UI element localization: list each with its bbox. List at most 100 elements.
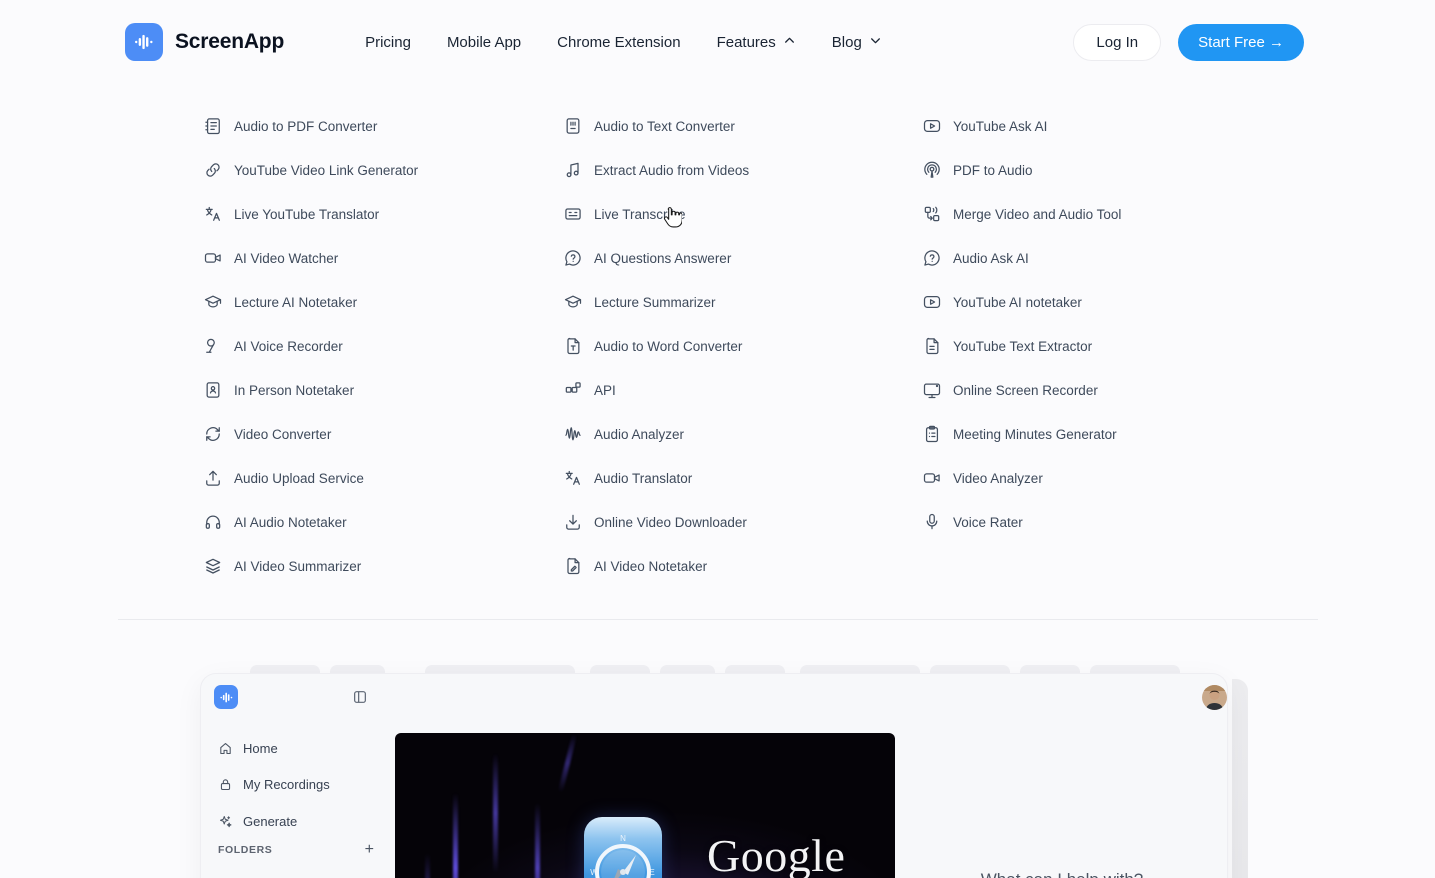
feature-link-label: Lecture Summarizer: [594, 295, 716, 310]
start-free-button[interactable]: Start Free →: [1178, 24, 1304, 61]
screen-record-icon: [922, 380, 942, 400]
light-streak: [535, 803, 540, 878]
google-logo-text: Google: [707, 829, 845, 878]
book-text-icon: [563, 116, 583, 136]
feature-link[interactable]: Online Screen Recorder: [922, 368, 1098, 412]
feature-link[interactable]: Online Video Downloader: [563, 500, 747, 544]
nav-blog[interactable]: Blog: [832, 33, 882, 51]
sidebar-item-label: Home: [243, 741, 278, 756]
nav-pricing[interactable]: Pricing: [365, 34, 411, 51]
chevron-up-icon: [783, 33, 796, 51]
feature-link[interactable]: In Person Notetaker: [203, 368, 354, 412]
feature-link[interactable]: Audio to PDF Converter: [203, 104, 377, 148]
assistant-prompt-text: What can I help with?: [895, 870, 1228, 878]
feature-link[interactable]: YouTube Video Link Generator: [203, 148, 418, 192]
feature-link[interactable]: Live YouTube Translator: [203, 192, 379, 236]
user-avatar[interactable]: [1202, 685, 1227, 710]
sidebar-item-generate[interactable]: Generate: [218, 803, 330, 840]
feature-link[interactable]: AI Video Notetaker: [563, 544, 707, 588]
api-blocks-icon: [563, 380, 583, 400]
sidebar-collapse-icon[interactable]: [352, 689, 368, 705]
video-play-icon: [922, 116, 942, 136]
feature-link-label: Meeting Minutes Generator: [953, 427, 1117, 442]
download-icon: [563, 512, 583, 532]
feature-link[interactable]: Audio Translator: [563, 456, 692, 500]
feature-link-label: AI Questions Answerer: [594, 251, 731, 266]
sidebar-item-my-recordings[interactable]: My Recordings: [218, 767, 330, 804]
menu-column-1: Audio to PDF Converter YouTube Video Link…: [203, 104, 563, 588]
feature-link[interactable]: Merge Video and Audio Tool: [922, 192, 1121, 236]
graduation-cap-icon: [203, 292, 223, 312]
clipboard-icon: [922, 424, 942, 444]
sidebar-item-label: My Recordings: [243, 777, 330, 792]
feature-link[interactable]: Audio to Text Converter: [563, 104, 735, 148]
feature-link[interactable]: AI Voice Recorder: [203, 324, 343, 368]
feature-link-label: Video Analyzer: [953, 471, 1043, 486]
video-camera-icon: [922, 468, 942, 488]
feature-link-label: Online Screen Recorder: [953, 383, 1098, 398]
feature-link-label: Live YouTube Translator: [234, 207, 379, 222]
feature-link[interactable]: AI Questions Answerer: [563, 236, 731, 280]
feature-link-label: AI Video Notetaker: [594, 559, 707, 574]
nav-mobile-app[interactable]: Mobile App: [447, 34, 521, 51]
feature-link[interactable]: YouTube AI notetaker: [922, 280, 1082, 324]
voice-mic-icon: [203, 336, 223, 356]
waveform-icon: [563, 424, 583, 444]
brand[interactable]: ScreenApp: [125, 23, 284, 61]
link-icon: [203, 160, 223, 180]
light-streak: [493, 753, 498, 873]
merge-icon: [922, 204, 942, 224]
svg-text:N: N: [620, 834, 626, 843]
transcribe-card-icon: [563, 204, 583, 224]
screenapp-logo-icon: [125, 23, 163, 61]
feature-link[interactable]: Lecture Summarizer: [563, 280, 716, 324]
feature-link[interactable]: Voice Rater: [922, 500, 1023, 544]
feature-link[interactable]: AI Video Summarizer: [203, 544, 361, 588]
feature-link-label: Audio to Word Converter: [594, 339, 742, 354]
feature-link[interactable]: Meeting Minutes Generator: [922, 412, 1117, 456]
feature-link-label: Video Converter: [234, 427, 331, 442]
feature-link[interactable]: Audio Analyzer: [563, 412, 684, 456]
login-button[interactable]: Log In: [1073, 24, 1161, 61]
add-folder-button[interactable]: +: [365, 842, 374, 858]
graduation-cap-icon: [563, 292, 583, 312]
brand-name: ScreenApp: [175, 30, 284, 54]
app-logo-icon: [214, 685, 238, 709]
svg-text:W: W: [590, 868, 598, 877]
feature-link[interactable]: AI Video Watcher: [203, 236, 338, 280]
feature-link[interactable]: Audio to Word Converter: [563, 324, 742, 368]
app-preview-section: HomeMy RecordingsGenerate FOLDERS + N W …: [0, 673, 1435, 878]
feature-link-label: Audio to Text Converter: [594, 119, 735, 134]
feature-link-label: AI Video Summarizer: [234, 559, 361, 574]
sidebar-item-label: Generate: [243, 814, 297, 829]
notebook-list-icon: [203, 116, 223, 136]
nav-features[interactable]: Features: [717, 33, 796, 51]
video-thumbnail[interactable]: N W E Google: [395, 733, 895, 878]
headphones-icon: [203, 512, 223, 532]
lock-icon: [218, 777, 233, 792]
feature-link[interactable]: Lecture AI Notetaker: [203, 280, 357, 324]
doc-pen-icon: [563, 556, 583, 576]
nav-chrome-extension[interactable]: Chrome Extension: [557, 34, 680, 51]
feature-link[interactable]: YouTube Ask AI: [922, 104, 1047, 148]
feature-link-label: YouTube Ask AI: [953, 119, 1047, 134]
light-streak: [425, 853, 430, 878]
stacked-card-edge: [1232, 679, 1248, 878]
feature-link-label: Audio Ask AI: [953, 251, 1029, 266]
feature-link-label: PDF to Audio: [953, 163, 1033, 178]
feature-link[interactable]: YouTube Text Extractor: [922, 324, 1092, 368]
feature-link[interactable]: Audio Ask AI: [922, 236, 1029, 280]
sidebar-item-home[interactable]: Home: [218, 730, 330, 767]
feature-link[interactable]: AI Audio Notetaker: [203, 500, 347, 544]
feature-link-label: Online Video Downloader: [594, 515, 747, 530]
feature-link[interactable]: Audio Upload Service: [203, 456, 364, 500]
feature-link[interactable]: API: [563, 368, 616, 412]
feature-link-label: Audio to PDF Converter: [234, 119, 377, 134]
feature-link[interactable]: Video Converter: [203, 412, 331, 456]
feature-link[interactable]: Video Analyzer: [922, 456, 1043, 500]
feature-link[interactable]: Live Transcribe: [563, 192, 686, 236]
feature-link[interactable]: Extract Audio from Videos: [563, 148, 749, 192]
features-mega-menu: Audio to PDF Converter YouTube Video Link…: [0, 84, 1435, 588]
feature-link[interactable]: PDF to Audio: [922, 148, 1033, 192]
feature-link-label: API: [594, 383, 616, 398]
